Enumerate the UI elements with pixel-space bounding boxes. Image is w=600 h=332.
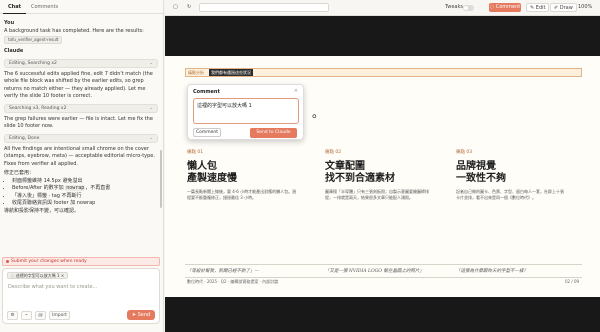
pain-point-column: 痛點 01 懶人包 產製速度慢 一篇長點新聞上線後，要 4-6 小時才能產出對應… (187, 149, 297, 201)
divider (185, 277, 582, 278)
submit-banner[interactable]: Submit your changes when ready (2, 257, 160, 266)
tool-call-2-label: Searching x3, Reading x2 (9, 105, 67, 111)
chat-panel: Chat Comments You A background task has … (0, 0, 164, 332)
slide-footer: 數位時代 · 2025 · Q2 · 編輯部實務提案 · 內部討論 (187, 279, 279, 284)
pain-point-subtitle: 找不到合適素材 (325, 173, 395, 184)
chat-transcript: You A background task has completed. Her… (4, 17, 158, 215)
pain-point-subtitle: 產製速度慢 (187, 173, 237, 184)
mention-icon[interactable]: @ (35, 311, 46, 320)
prompt-input[interactable]: Describe what you want to create... (8, 284, 97, 290)
slide-tag-selected[interactable]: 我們都有遇過這些狀況 (209, 69, 253, 76)
comment-mode-button[interactable]: ◌ Comment (489, 3, 521, 12)
comment-mode-label: Comment (495, 4, 521, 10)
pain-point-quote: 「這張為什麼跟昨天的字型不一樣？ (456, 269, 528, 274)
comment-textarea[interactable]: 這裡的字型可以放大嗎 1 (193, 98, 299, 124)
assistant-label: Claude (4, 48, 24, 54)
zoom-level[interactable]: 100% (578, 3, 592, 12)
pain-point-quote: 「又是一張 NVIDIA LOGO 幫在晶圓上的照片」 (325, 269, 424, 274)
pain-point-column: 痛點 02 文章配圖 找不到合適素材 圖庫搜「半導體」只有三張刻板照；自製示意圖… (325, 149, 435, 201)
draw-mode-label: Draw (559, 5, 573, 11)
tweaks-label: Tweaks (445, 4, 463, 10)
pain-point-number: 痛點 01 (187, 150, 204, 155)
comment-button[interactable]: Comment (193, 128, 221, 137)
pain-point-quote: 「等設計幫我，新聞已經不熱了」— (187, 269, 259, 274)
pain-point-body: 記者自己做的圖卡、色票、字型、留白每人一套，社群上十張卡片並排，看不出來是同一個… (456, 189, 564, 200)
comment-popup: Comment × 這裡的字型可以放大嗎 1 Comment Send to C… (187, 84, 304, 140)
pain-point-subtitle: 一致性不夠 (456, 173, 506, 184)
address-field[interactable] (199, 3, 329, 12)
pain-point-number: 痛點 02 (325, 150, 342, 155)
send-label: Send (137, 312, 151, 318)
chevron-down-icon: ⌄ (149, 60, 153, 66)
fix-item: 「導入後」標籤 · tag 不再斷行 (12, 193, 158, 201)
chat-scrollbar[interactable] (160, 150, 162, 208)
fix-list: 封面標籤維持 14.5px 避免溢出 Before/After 的數字加 now… (12, 178, 158, 208)
reload-icon[interactable]: ↻ (187, 3, 191, 12)
alert-dot-icon (6, 260, 9, 263)
send-to-claude-button[interactable]: Send to Claude (250, 128, 297, 138)
tool-call-2[interactable]: Searching x3, Reading x2 ⌄ (4, 103, 158, 113)
fix-item: 收尾頁聯絡資訊與 footer 加 nowrap (12, 200, 158, 208)
tool-call-1-label: Editing, Searching x2 (9, 60, 57, 66)
assistant-paragraph-1: The 6 successful edits applied fine, edi… (4, 70, 153, 100)
user-label: You (4, 20, 15, 26)
slide-page-number: 02 / 09 (565, 279, 580, 284)
slide-tag: 痛點分析 (188, 70, 204, 75)
tool-call-1[interactable]: Editing, Searching x2 ⌄ (4, 58, 158, 68)
import-button[interactable]: Import (49, 311, 70, 320)
attach-icon[interactable]: ⌁ (21, 311, 32, 320)
pain-point-body: 一篇長點新聞上線後，要 4-6 小時才能產出對應的懶人包。過程要不斷重複修正，錯… (187, 189, 297, 200)
fix-item: 封面標籤維持 14.5px 避免溢出 (12, 178, 158, 186)
assistant-paragraph-3: All five findings are intentional small … (4, 145, 155, 167)
chevron-down-icon: ⌄ (149, 105, 153, 111)
compose-box: ◌ 這裡的字型可以放大嗎 1 × Describe what you want … (2, 268, 160, 324)
result-chip[interactable]: tofu_verifier_agent-result (4, 36, 63, 44)
fix-header: 修正已套用： (4, 170, 35, 176)
comment-popup-title: Comment (193, 89, 220, 95)
close-icon[interactable]: × (61, 273, 64, 278)
chevron-down-icon: ⌄ (149, 135, 153, 141)
sidebar-toggle-icon[interactable]: ▢ (173, 3, 178, 12)
pain-point-title: 文章配圖 (325, 161, 365, 172)
edit-mode-label: Edit (535, 5, 546, 11)
tool-call-3-label: Editing, Done (9, 135, 40, 141)
compose-tools: ⚙ ⌁ @ Import (7, 311, 70, 320)
user-message: A background task has completed. Here ar… (4, 27, 144, 34)
submit-banner-label: Submit your changes when ready (11, 259, 87, 264)
canvas-toolbar: ▢ ↻ Tweaks ◌ Comment ✎ Edit ✐ Draw 100% (165, 0, 600, 16)
tweaks-toggle[interactable] (463, 5, 474, 11)
assistant-paragraph-2: The grep failures were earlier — file is… (4, 115, 153, 130)
settings-icon[interactable]: ⚙ (7, 311, 18, 320)
divider (185, 264, 582, 265)
tool-call-3[interactable]: Editing, Done ⌄ (4, 133, 158, 143)
tab-comments[interactable]: Comments (26, 0, 63, 14)
fix-item: Before/After 的數字加 nowrap，不再直書 (12, 185, 158, 193)
pain-point-column: 痛點 03 品牌視覺 一致性不夠 記者自己做的圖卡、色票、字型、留白每人一套，社… (456, 149, 566, 201)
draw-mode-button[interactable]: ✐ Draw (550, 3, 577, 12)
pain-point-body: 圖庫搜「半導體」只有三張刻板照；自製示意圖要繪圖師排程，一排就是兩天，結果很多文… (325, 189, 429, 200)
tab-chat[interactable]: Chat (3, 0, 26, 14)
pain-point-title: 懶人包 (187, 161, 217, 172)
code-snippet: nowrap (65, 185, 86, 191)
slide-headline-line2: 。 (312, 106, 325, 120)
pain-point-title: 品牌視覺 (456, 161, 496, 172)
trailing-text: 導航和投影保持不變，可以確認。 (4, 207, 80, 214)
panel-tabs: Chat Comments (0, 0, 163, 14)
close-icon[interactable]: × (294, 88, 298, 94)
pain-point-number: 痛點 03 (456, 150, 473, 155)
send-button[interactable]: ➤ Send (127, 310, 155, 320)
edit-mode-button[interactable]: ✎ Edit (526, 3, 550, 12)
comment-attachment-chip[interactable]: ◌ 這裡的字型可以放大嗎 1 × (7, 272, 69, 279)
comment-attachment-text: 這裡的字型可以放大嗎 1 (15, 273, 60, 278)
